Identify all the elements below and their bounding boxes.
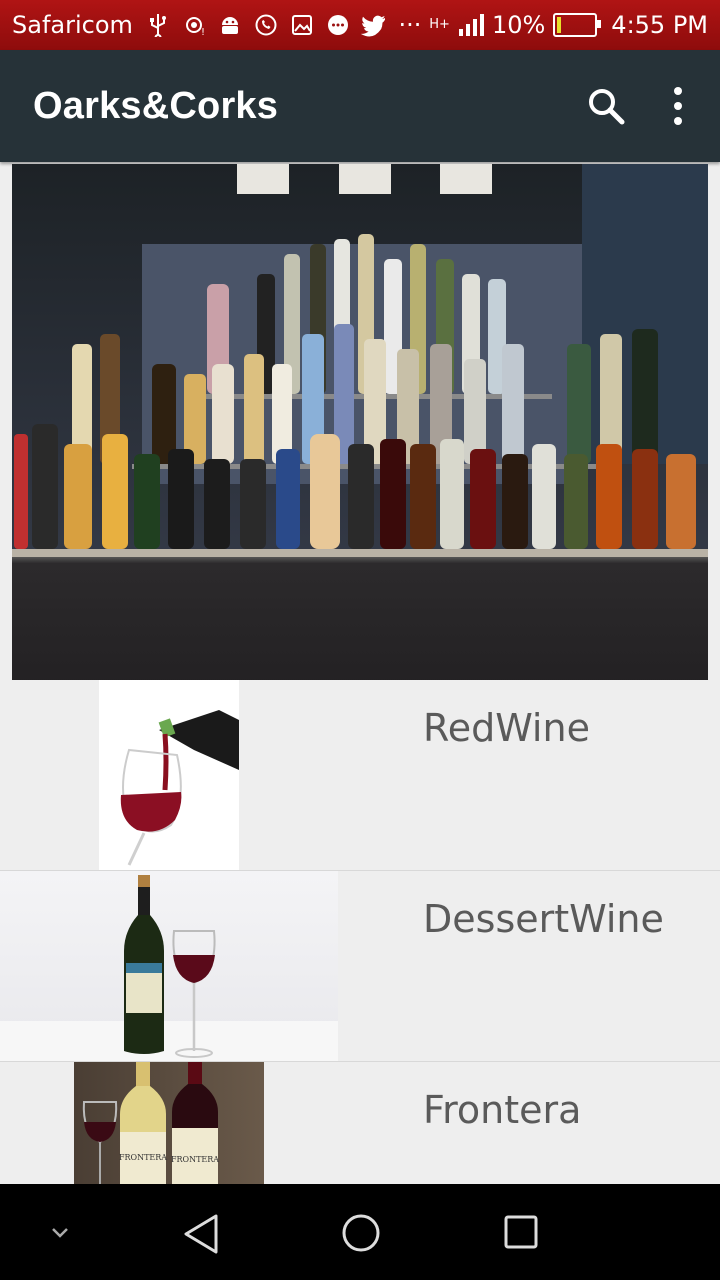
dessert-wine-thumbnail xyxy=(0,871,338,1061)
list-item[interactable]: DessertWine xyxy=(0,871,720,1062)
app-bar: Oarks&Corks xyxy=(0,50,720,162)
status-bar: Safaricom ! ··· H+ 10% 4:55 PM xyxy=(0,0,720,50)
navigation-bar xyxy=(0,1184,720,1280)
clock: 4:55 PM xyxy=(611,11,708,39)
carrier-name: Safaricom xyxy=(12,11,133,39)
android-icon xyxy=(217,12,243,38)
usb-icon xyxy=(145,12,171,38)
app-title: Oarks&Corks xyxy=(33,84,279,127)
svg-text:!: ! xyxy=(201,27,205,37)
list-item[interactable]: RedWine xyxy=(0,680,720,871)
collapse-icon[interactable] xyxy=(48,1220,72,1244)
more-icon: ··· xyxy=(398,11,422,39)
list-item-label: Frontera xyxy=(423,1088,582,1132)
twitter-icon xyxy=(360,12,387,38)
chat-icon xyxy=(325,12,351,38)
search-icon xyxy=(589,89,625,125)
svg-text:FRONTERA: FRONTERA xyxy=(119,1153,167,1162)
whatsapp-icon xyxy=(253,12,279,38)
svg-text:FRONTERA: FRONTERA xyxy=(171,1155,219,1164)
recents-icon[interactable] xyxy=(503,1214,539,1250)
battery-fill xyxy=(557,17,562,33)
gallery-icon xyxy=(289,12,315,38)
battery-percent: 10% xyxy=(491,11,546,39)
network-type: H+ xyxy=(429,17,450,32)
home-icon[interactable] xyxy=(340,1212,382,1254)
battery-icon xyxy=(553,13,602,37)
more-vert-icon xyxy=(674,87,682,125)
notification-icons: ! ··· xyxy=(145,11,423,39)
back-icon[interactable] xyxy=(180,1212,224,1256)
list-item-label: DessertWine xyxy=(423,897,664,941)
list-item-label: RedWine xyxy=(423,706,590,750)
overflow-menu-button[interactable] xyxy=(666,82,690,130)
hotspot-icon: ! xyxy=(181,12,207,38)
hero-image[interactable] xyxy=(12,164,708,685)
frontera-thumbnail: FRONTERA FRONTERA xyxy=(74,1062,264,1184)
red-wine-thumbnail xyxy=(99,680,239,870)
signal-icon xyxy=(458,14,484,36)
bar-shelf-image xyxy=(12,164,708,685)
search-button[interactable] xyxy=(582,82,630,130)
